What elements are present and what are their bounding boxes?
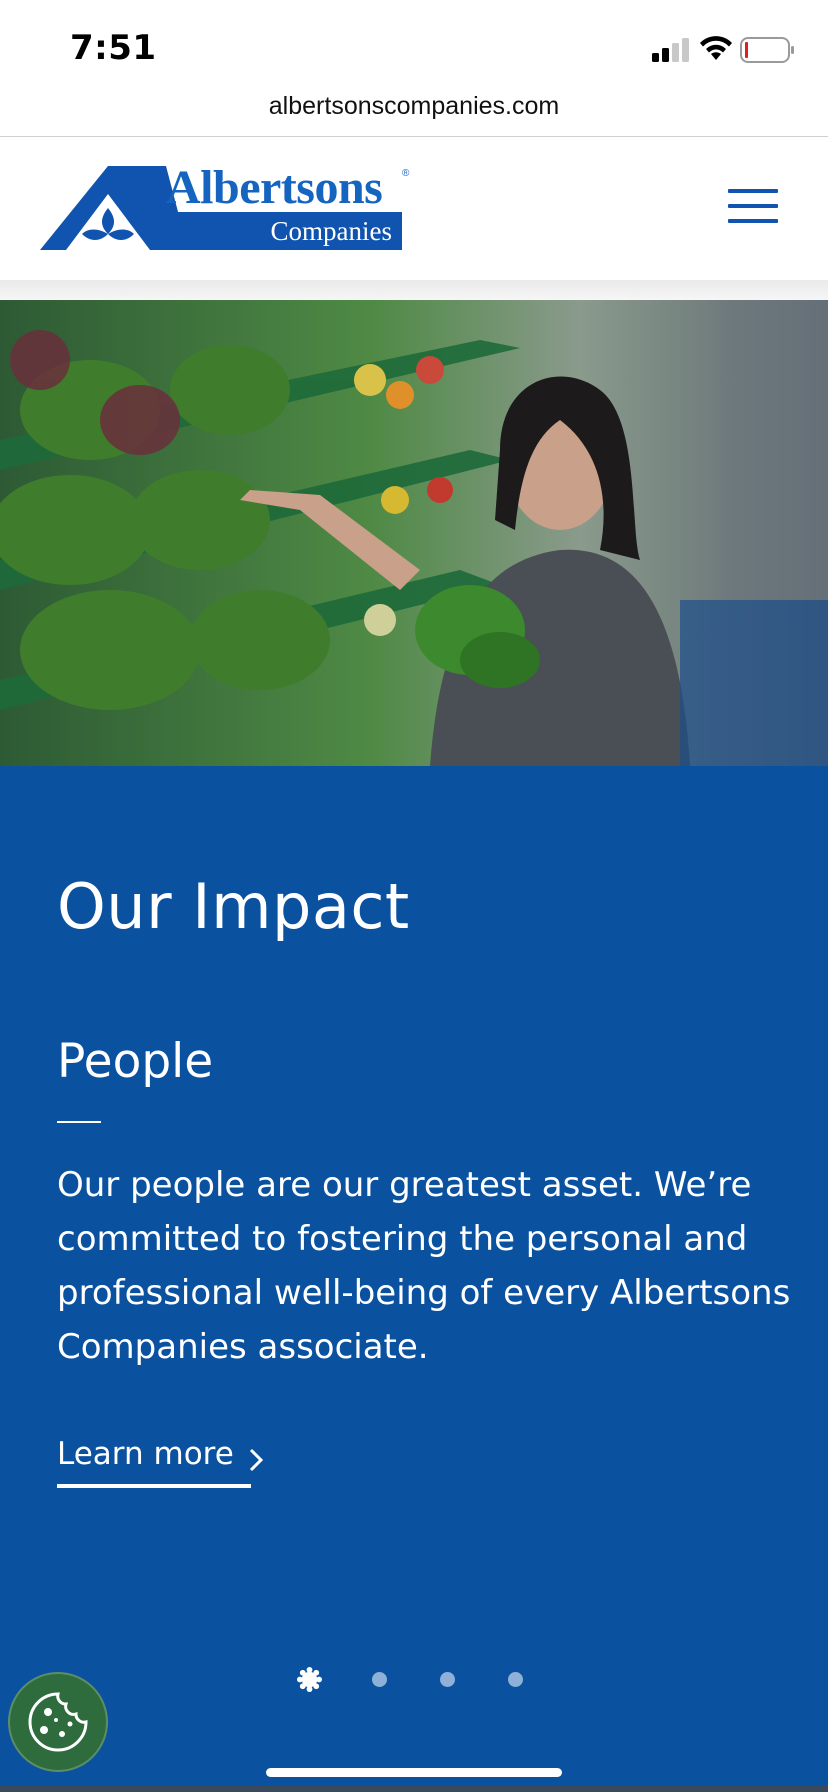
carousel-dot-3[interactable]: [440, 1672, 455, 1687]
produce-aisle-photo: [0, 300, 828, 766]
site-header: Albertsons ® Companies: [0, 137, 828, 280]
learn-more-underline: [57, 1484, 251, 1488]
battery-icon: [740, 37, 794, 63]
carousel-dot-2[interactable]: [372, 1672, 387, 1687]
learn-more-label: Learn more: [57, 1436, 234, 1472]
bottom-image-edge: [0, 1786, 828, 1792]
cookie-settings-button[interactable]: [8, 1672, 108, 1772]
carousel-dot-4[interactable]: [508, 1672, 523, 1687]
title-divider: [57, 1121, 101, 1123]
wifi-icon: [700, 36, 732, 60]
cellular-signal-icon: [652, 38, 689, 62]
card-title: People: [57, 1034, 214, 1089]
card-description: Our people are our greatest asset. We’re…: [57, 1165, 791, 1367]
chevron-right-icon: [250, 1448, 264, 1471]
logo-wordmark: Albertsons: [166, 161, 383, 214]
logo-subtext: Companies: [270, 216, 393, 246]
learn-more-link[interactable]: Learn more: [57, 1436, 264, 1486]
address-bar-url[interactable]: albertsonscompanies.com: [0, 92, 828, 121]
hero-image: [0, 300, 828, 766]
albertsons-logo[interactable]: Albertsons ® Companies: [38, 161, 418, 252]
section-title: Our Impact: [57, 870, 410, 943]
status-bar: 7:51 albertsonscompanies.com: [0, 0, 828, 137]
carousel-dot-1[interactable]: [296, 1666, 323, 1693]
logo-registered-mark: ®: [402, 168, 410, 179]
header-divider: [0, 280, 828, 300]
cookie-icon: [28, 1692, 88, 1752]
active-dot-icon: [296, 1666, 323, 1693]
hamburger-menu-icon[interactable]: [724, 185, 780, 227]
impact-panel: Our Impact People Our people are our gre…: [0, 766, 828, 1792]
carousel-pagination: [0, 1664, 828, 1694]
status-time: 7:51: [70, 28, 157, 68]
home-indicator: [266, 1768, 562, 1777]
